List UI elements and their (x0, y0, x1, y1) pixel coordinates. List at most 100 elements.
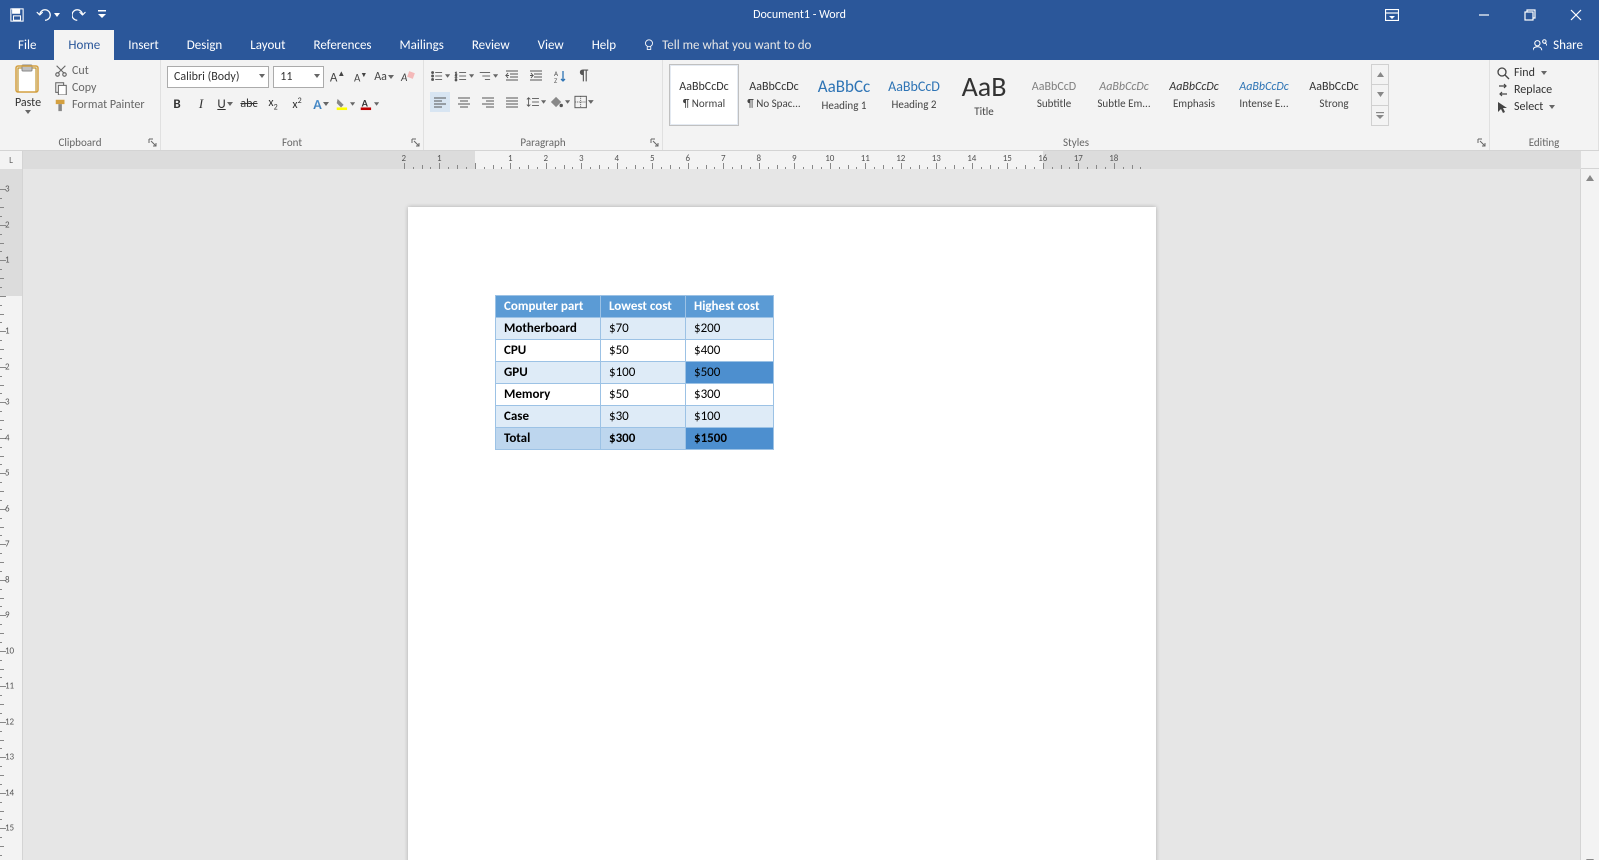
sort-button[interactable]: AZ (550, 66, 570, 86)
table-cell[interactable]: Total (496, 428, 601, 450)
style-intense-e-[interactable]: AaBbCcDcIntense E... (1229, 64, 1299, 126)
tab-layout[interactable]: Layout (236, 30, 299, 60)
strikethrough-button[interactable]: abc (239, 94, 259, 114)
customize-qat-button[interactable] (98, 10, 106, 20)
table-row-total[interactable]: Total$300$1500 (496, 428, 774, 450)
font-launcher[interactable] (409, 136, 421, 148)
replace-button[interactable]: Replace (1496, 83, 1592, 97)
tab-insert[interactable]: Insert (114, 30, 173, 60)
style-subtle-em-[interactable]: AaBbCcDcSubtle Em... (1089, 64, 1159, 126)
table-cell[interactable]: Motherboard (496, 318, 601, 340)
font-name-combo[interactable]: Calibri (Body) (167, 66, 269, 88)
table-row[interactable]: Motherboard$70$200 (496, 318, 774, 340)
tab-help[interactable]: Help (578, 30, 630, 60)
style-heading-1[interactable]: AaBbCcHeading 1 (809, 64, 879, 126)
font-size-combo[interactable]: 11 (273, 66, 324, 88)
table-row[interactable]: GPU$100$500 (496, 362, 774, 384)
decrease-indent-button[interactable] (502, 66, 522, 86)
styles-scroll-down[interactable] (1372, 85, 1388, 105)
save-button[interactable] (10, 8, 24, 22)
styles-scroll-up[interactable] (1372, 65, 1388, 85)
increase-indent-button[interactable] (526, 66, 546, 86)
page[interactable]: Computer partLowest costHighest costMoth… (408, 207, 1156, 860)
tab-home[interactable]: Home (54, 30, 114, 60)
align-center-button[interactable] (454, 92, 474, 112)
style-strong[interactable]: AaBbCcDcStrong (1299, 64, 1369, 126)
table-cell[interactable]: Memory (496, 384, 601, 406)
scroll-up-button[interactable] (1581, 169, 1599, 187)
copy-button[interactable]: Copy (54, 81, 154, 95)
document-table[interactable]: Computer partLowest costHighest costMoth… (495, 295, 774, 450)
redo-button[interactable] (72, 8, 86, 22)
change-case-button[interactable]: Aa (374, 67, 394, 87)
maximize-button[interactable] (1507, 0, 1553, 30)
style-title[interactable]: AaBTitle (949, 64, 1019, 126)
table-cell[interactable]: CPU (496, 340, 601, 362)
table-cell[interactable]: $300 (601, 428, 686, 450)
tab-review[interactable]: Review (458, 30, 524, 60)
show-hide-marks-button[interactable]: ¶ (574, 66, 594, 86)
table-header[interactable]: Highest cost (686, 296, 774, 318)
table-cell[interactable]: $70 (601, 318, 686, 340)
borders-button[interactable] (574, 92, 594, 112)
table-cell[interactable]: $1500 (686, 428, 774, 450)
font-color-button[interactable]: A (359, 94, 379, 114)
table-row[interactable]: Case$30$100 (496, 406, 774, 428)
multilevel-list-button[interactable] (478, 66, 498, 86)
tab-file[interactable]: File (0, 30, 54, 60)
tab-selector[interactable]: L (0, 151, 23, 170)
underline-button[interactable]: U (215, 94, 235, 114)
tell-me-search[interactable]: Tell me what you want to do (642, 30, 811, 60)
styles-scroll-expand[interactable] (1372, 106, 1388, 125)
bold-button[interactable]: B (167, 94, 187, 114)
numbering-button[interactable]: 123 (454, 66, 474, 86)
table-cell[interactable]: $400 (686, 340, 774, 362)
vertical-scrollbar[interactable] (1580, 169, 1599, 860)
select-button[interactable]: Select (1496, 100, 1592, 114)
tab-design[interactable]: Design (173, 30, 236, 60)
align-right-button[interactable] (478, 92, 498, 112)
table-cell[interactable]: $500 (686, 362, 774, 384)
table-header[interactable]: Lowest cost (601, 296, 686, 318)
line-spacing-button[interactable] (526, 92, 546, 112)
grow-font-button[interactable]: A▲ (328, 67, 347, 87)
align-left-button[interactable] (430, 92, 450, 112)
shading-button[interactable] (550, 92, 570, 112)
horizontal-ruler[interactable]: 21123456789101112131415161718 (23, 151, 1581, 170)
tab-references[interactable]: References (300, 30, 386, 60)
format-painter-button[interactable]: Format Painter (54, 98, 154, 112)
justify-button[interactable] (502, 92, 522, 112)
paste-button[interactable]: Paste (6, 64, 50, 126)
undo-button[interactable] (36, 8, 60, 22)
table-cell[interactable]: $30 (601, 406, 686, 428)
tab-mailings[interactable]: Mailings (386, 30, 458, 60)
table-cell[interactable]: $50 (601, 340, 686, 362)
find-button[interactable]: Find (1496, 66, 1592, 80)
table-cell[interactable]: Case (496, 406, 601, 428)
style--normal[interactable]: AaBbCcDc¶ Normal (669, 64, 739, 126)
table-row[interactable]: Memory$50$300 (496, 384, 774, 406)
table-cell[interactable]: $300 (686, 384, 774, 406)
highlight-button[interactable] (335, 94, 355, 114)
vertical-ruler[interactable]: 32112345678910111213141516 (0, 169, 23, 860)
superscript-button[interactable]: x2 (287, 94, 307, 114)
table-cell[interactable]: $50 (601, 384, 686, 406)
italic-button[interactable]: I (191, 94, 211, 114)
text-effects-button[interactable]: A (311, 94, 331, 114)
table-cell[interactable]: GPU (496, 362, 601, 384)
table-header[interactable]: Computer part (496, 296, 601, 318)
minimize-button[interactable] (1461, 0, 1507, 30)
cut-button[interactable]: Cut (54, 64, 154, 78)
close-button[interactable] (1553, 0, 1599, 30)
share-button[interactable]: Share (1517, 30, 1599, 60)
document-canvas[interactable]: Computer partLowest costHighest costMoth… (23, 169, 1580, 860)
subscript-button[interactable]: x2 (263, 94, 283, 114)
style--no-spac-[interactable]: AaBbCcDc¶ No Spac... (739, 64, 809, 126)
clipboard-launcher[interactable] (146, 136, 158, 148)
ribbon-display-options-button[interactable] (1369, 0, 1415, 30)
style-heading-2[interactable]: AaBbCcDHeading 2 (879, 64, 949, 126)
table-cell[interactable]: $100 (686, 406, 774, 428)
table-cell[interactable]: $100 (601, 362, 686, 384)
scroll-down-button[interactable] (1581, 853, 1599, 860)
paragraph-launcher[interactable] (648, 136, 660, 148)
